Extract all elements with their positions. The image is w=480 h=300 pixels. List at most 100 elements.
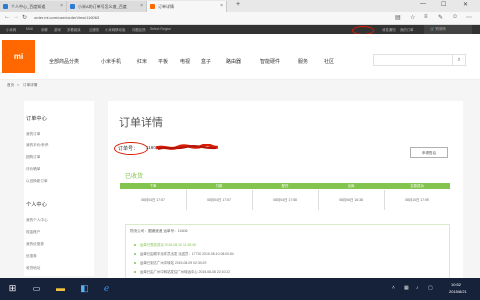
back-icon[interactable]: ← (4, 14, 10, 20)
close-window-icon[interactable]: ✕ (463, 1, 468, 8)
mi-logo[interactable]: mi (2, 40, 35, 73)
close-tab-icon[interactable]: × (140, 3, 143, 9)
sidebar-item[interactable]: 优惠券 (26, 254, 37, 259)
minimize-icon[interactable]: — (420, 1, 426, 7)
tray-up-icon[interactable]: ˄ (392, 285, 395, 291)
cart-label: 购物车 (435, 27, 447, 31)
logistics-entry: 运单已由广州中转站发往广州转运中心 2015-08-08 22:10:22 (134, 269, 230, 274)
site-link[interactable]: MIUI (26, 27, 33, 31)
site-header: mi 全部商品分类 小米手机 红米 平板 电视 盒子 路由器 智能硬件 服务 社… (0, 34, 480, 80)
file-explorer-icon[interactable]: ▬ (54, 282, 67, 295)
sidebar-item[interactable]: 我的订单 (26, 132, 40, 137)
site-link[interactable]: 小米网 (6, 27, 16, 32)
cart-button[interactable]: 🛒 购物车 (424, 25, 472, 34)
hub-icon[interactable]: ≡ (424, 14, 428, 20)
order-number-label: 订单号： (118, 146, 139, 152)
favorite-star-icon[interactable]: ☆ (410, 14, 415, 21)
site-link[interactable]: 小米网移动版 (105, 27, 125, 32)
progress-step-date: 08月04日 17:57 (207, 198, 231, 202)
clock-time[interactable]: 10:52 (451, 282, 461, 287)
tab-label: 个人中心_百度知道 (11, 3, 46, 9)
timeline-dot-icon (134, 271, 136, 274)
browser-tab-bar: 个人中心_百度知道 × 小米A的订单号怎么查_百度 × 订单详情 × + — ☐… (0, 0, 480, 12)
sidebar-item[interactable]: 我的个人中心 (26, 218, 48, 223)
search-icon[interactable]: ⌕ (452, 54, 466, 66)
sidebar-item[interactable]: 我的半价/秒杀 (26, 143, 49, 148)
sidebar-item[interactable]: 收货地址 (26, 266, 40, 271)
logistics-panel: 物流公司：圆通速递 运单号：11606 运单已签收成功 2015-08-10 1… (125, 224, 450, 278)
sidebar-panel: 订单中心 我的订单 我的半价/秒杀 团购订单 评价晒单 以旧换新订单 个人中心 … (24, 101, 94, 276)
progress-step-date: 08月04日 17:57 (141, 198, 165, 202)
web-note-icon[interactable]: ✎ (438, 14, 443, 21)
maximize-icon[interactable]: ☐ (441, 1, 446, 8)
redaction-scribble (156, 144, 218, 150)
windows-start-icon[interactable]: ⊞ (6, 282, 19, 295)
site-link[interactable]: 我的订单 (400, 27, 414, 32)
site-link[interactable]: 多看阅读 (67, 27, 81, 32)
share-icon[interactable]: ☺ (452, 14, 458, 20)
site-link[interactable]: 米聊 (41, 27, 48, 32)
site-link[interactable]: 问题反馈 (132, 27, 146, 32)
new-tab-icon[interactable]: + (236, 1, 240, 8)
progress-step-label: 下单 (149, 184, 157, 188)
tab-baidu-zhidao[interactable]: 个人中心_百度知道 × (0, 1, 67, 12)
progress-step-label: 出库 (347, 184, 355, 188)
nav-item[interactable]: 小米手机 (101, 58, 121, 65)
sidebar: 订单中心 我的订单 我的半价/秒杀 团购订单 评价晒单 以旧换新订单 个人中心 … (0, 91, 100, 278)
notifications-icon[interactable]: ▢ (428, 285, 433, 291)
nav-item[interactable]: 服务 (298, 58, 308, 65)
progress-step-date: 08月06日 16:38 (339, 198, 363, 202)
forward-icon[interactable]: → (13, 14, 19, 20)
tab-order-detail[interactable]: 订单详情 × (147, 1, 227, 12)
sidebar-item[interactable]: 以旧换新订单 (26, 179, 48, 184)
more-icon[interactable]: ⋯ (466, 14, 472, 21)
sidebar-item[interactable]: 现金账户 (26, 230, 40, 235)
task-view-icon[interactable]: ▭ (30, 282, 43, 295)
nav-item[interactable]: 路由器 (226, 58, 241, 65)
sidebar-item[interactable]: 团购订单 (26, 155, 40, 160)
order-detail-card: 订单详情 订单号： 11606 申请售后 已收货 下单 付款 配货 出库 交易成… (108, 101, 463, 278)
site-link[interactable]: Select Region (150, 27, 171, 31)
breadcrumb: 首页 > 订单详情 (0, 80, 480, 91)
logistics-entry: 运单已到达广州中转站 2015-08-09 02:30:29 (134, 260, 206, 265)
store-icon[interactable]: ◧ (78, 282, 91, 295)
search-input[interactable] (373, 54, 453, 66)
close-tab-icon[interactable]: × (60, 3, 63, 9)
after-sales-button[interactable]: 申请售后 (410, 147, 448, 158)
network-icon[interactable]: ▦ (404, 285, 409, 291)
nav-item[interactable]: 红米 (137, 58, 147, 65)
main-content: 订单详情 订单号： 11606 申请售后 已收货 下单 付款 配货 出库 交易成… (100, 91, 480, 278)
nav-item[interactable]: 社区 (324, 58, 334, 65)
site-link[interactable]: 云服务 (89, 27, 99, 32)
refresh-icon[interactable]: ↻ (22, 14, 27, 21)
step-divider (384, 190, 385, 210)
nav-item[interactable]: 盒子 (201, 58, 211, 65)
sidebar-item[interactable]: 评价晒单 (26, 167, 40, 172)
tab-label: 小米A的订单号怎么查_百度 (78, 3, 127, 9)
site-link[interactable]: 消息通知 (382, 27, 396, 32)
nav-item[interactable]: 全部商品分类 (49, 58, 79, 65)
logistics-header: 物流公司：圆通速递 运单号：11606 (130, 229, 188, 233)
cart-icon: 🛒 (430, 27, 435, 31)
timeline-dot-icon (134, 262, 136, 265)
sidebar-item[interactable]: 我的优惠券 (26, 242, 44, 247)
step-divider (318, 190, 319, 210)
edge-browser-icon[interactable]: ℯ (100, 282, 113, 295)
breadcrumb-separator: > (17, 83, 20, 87)
nav-item[interactable]: 电视 (180, 58, 190, 65)
volume-icon[interactable]: ♪ (416, 285, 419, 291)
url-field[interactable]: order.mi.com/user/orderView/116063 (34, 14, 184, 22)
tab-baidu-search[interactable]: 小米A的订单号怎么查_百度 × (67, 1, 147, 12)
site-link[interactable]: 游戏 (54, 27, 61, 32)
sidebar-section-title: 订单中心 (26, 116, 47, 122)
site-top-bar: 小米网 MIUI 米聊 游戏 多看阅读 云服务 小米网移动版 问题反馈 Sele… (0, 25, 480, 35)
progress-step-label: 付款 (215, 184, 223, 188)
nav-item[interactable]: 智能硬件 (260, 58, 280, 65)
close-tab-icon[interactable]: × (220, 3, 223, 9)
clock-date[interactable]: 2015/8/21 (449, 289, 467, 294)
page-title: 订单详情 (119, 117, 163, 129)
breadcrumb-home[interactable]: 首页 (7, 83, 14, 88)
reading-view-icon[interactable]: ▤ (395, 14, 401, 21)
step-divider (252, 190, 253, 210)
nav-item[interactable]: 平板 (158, 58, 168, 65)
